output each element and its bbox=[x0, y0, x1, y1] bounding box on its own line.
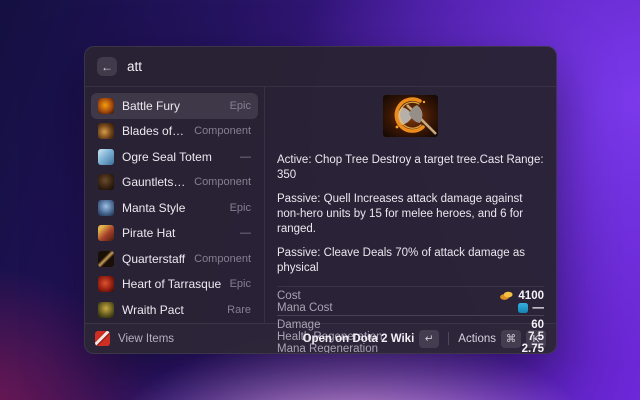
meta-row-mana-cost: Mana Cost — bbox=[277, 302, 544, 314]
search-header: ← bbox=[85, 47, 556, 87]
list-item-manta-style[interactable]: Manta Style Epic bbox=[91, 195, 258, 221]
extension-label: View Items bbox=[118, 333, 174, 345]
actions-menu-button[interactable]: Actions ⌘ K bbox=[458, 330, 546, 348]
list-item-wraith-pact[interactable]: Wraith Pact Rare bbox=[91, 297, 258, 323]
description-active: Active: Chop Tree Destroy a target tree.… bbox=[277, 153, 544, 183]
list-item-pirate-hat[interactable]: Pirate Hat — bbox=[91, 221, 258, 247]
actions-label: Actions bbox=[458, 333, 496, 345]
item-badge: — bbox=[240, 227, 251, 239]
item-image-container bbox=[277, 95, 544, 142]
pirate-hat-icon bbox=[98, 225, 114, 241]
meta-row-cost: Cost 4100 bbox=[277, 290, 544, 302]
k-key-icon: K bbox=[526, 330, 546, 348]
gold-icon bbox=[500, 291, 513, 300]
meta-value-text: 4100 bbox=[518, 290, 544, 302]
manta-style-icon bbox=[98, 200, 114, 216]
list-item-battle-fury[interactable]: Battle Fury Epic bbox=[91, 93, 258, 119]
item-name: Quarterstaff bbox=[122, 252, 186, 266]
dota2-logo-icon bbox=[95, 331, 110, 346]
heart-of-tarrasque-icon bbox=[98, 276, 114, 292]
item-name: Blades of Attack bbox=[122, 124, 186, 138]
mana-icon bbox=[518, 303, 528, 313]
meta-value-text: — bbox=[533, 302, 545, 314]
detail-panel: Active: Chop Tree Destroy a target tree.… bbox=[265, 87, 556, 323]
item-badge: Component bbox=[194, 253, 251, 265]
item-name: Gauntlets of Strength bbox=[122, 175, 186, 189]
search-input[interactable] bbox=[127, 59, 544, 74]
blades-of-attack-icon bbox=[98, 123, 114, 139]
list-item-gauntlets-of-strength[interactable]: Gauntlets of Strength Component bbox=[91, 170, 258, 196]
list-item-quarterstaff[interactable]: Quarterstaff Component bbox=[91, 246, 258, 272]
wraith-pact-icon bbox=[98, 302, 114, 318]
back-button[interactable]: ← bbox=[97, 57, 117, 76]
item-badge: Epic bbox=[230, 278, 251, 290]
divider bbox=[277, 315, 544, 316]
quarterstaff-icon bbox=[98, 251, 114, 267]
item-name: Ogre Seal Totem bbox=[122, 150, 232, 164]
launcher-window: ← Battle Fury Epic Blades of Attack Comp… bbox=[84, 46, 557, 354]
list-item-blades-of-attack[interactable]: Blades of Attack Component bbox=[91, 119, 258, 145]
list-item-heart-of-tarrasque[interactable]: Heart of Tarrasque Epic bbox=[91, 272, 258, 298]
action-bar: View Items Open on Dota 2 Wiki ↵ Actions… bbox=[85, 323, 556, 353]
item-list: Battle Fury Epic Blades of Attack Compon… bbox=[85, 87, 265, 323]
ogre-seal-totem-icon bbox=[98, 149, 114, 165]
list-item-ogre-seal-totem[interactable]: Ogre Seal Totem — bbox=[91, 144, 258, 170]
item-badge: Epic bbox=[230, 202, 251, 214]
enter-key-icon: ↵ bbox=[419, 330, 439, 348]
item-badge: Component bbox=[194, 176, 251, 188]
item-name: Pirate Hat bbox=[122, 226, 232, 240]
description-passive-cleave: Passive: Cleave Deals 70% of attack dama… bbox=[277, 246, 544, 276]
item-name: Heart of Tarrasque bbox=[122, 277, 222, 291]
footer-divider bbox=[448, 332, 449, 345]
command-key-icon: ⌘ bbox=[501, 330, 521, 348]
gauntlets-of-strength-icon bbox=[98, 174, 114, 190]
description-passive-quell: Passive: Quell Increases attack damage a… bbox=[277, 192, 544, 237]
divider bbox=[277, 286, 544, 287]
meta-label: Mana Cost bbox=[277, 302, 333, 314]
item-badge: Component bbox=[194, 125, 251, 137]
primary-action-button[interactable]: Open on Dota 2 Wiki ↵ bbox=[303, 330, 440, 348]
item-name: Manta Style bbox=[122, 201, 222, 215]
back-arrow-icon: ← bbox=[101, 60, 113, 74]
item-name: Wraith Pact bbox=[122, 303, 219, 317]
item-name: Battle Fury bbox=[122, 99, 222, 113]
battle-fury-icon bbox=[98, 98, 114, 114]
item-badge: — bbox=[240, 151, 251, 163]
main-content: Battle Fury Epic Blades of Attack Compon… bbox=[85, 87, 556, 323]
meta-label: Cost bbox=[277, 290, 301, 302]
battle-fury-image bbox=[383, 95, 438, 137]
item-badge: Rare bbox=[227, 304, 251, 316]
primary-action-label: Open on Dota 2 Wiki bbox=[303, 333, 415, 345]
item-badge: Epic bbox=[230, 100, 251, 112]
